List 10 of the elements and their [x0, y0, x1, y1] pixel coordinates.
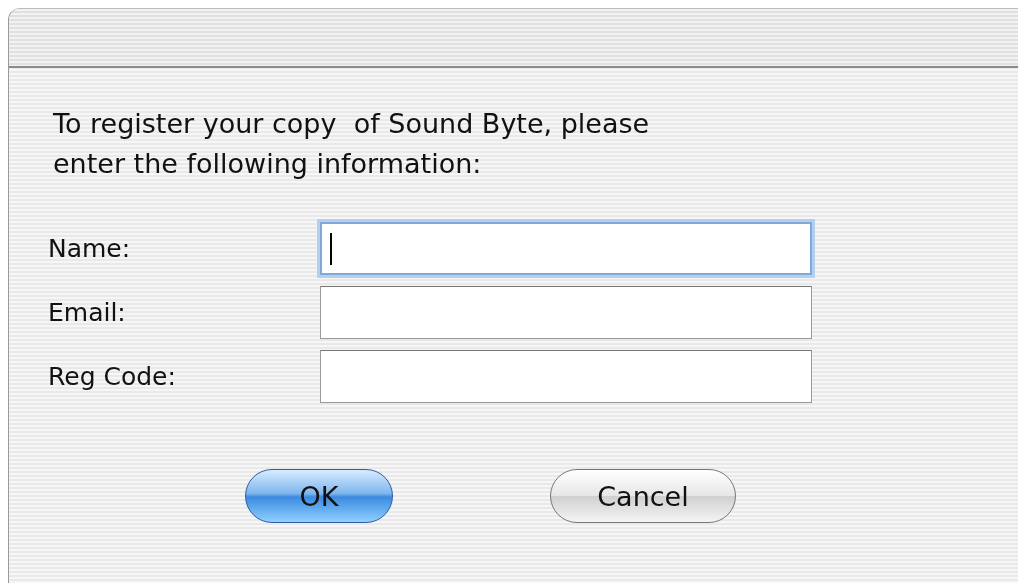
ok-button[interactable]: OK: [245, 469, 393, 523]
cancel-button[interactable]: Cancel: [550, 469, 736, 523]
input-field[interactable]: [320, 222, 812, 275]
field-label: Reg Code:: [48, 362, 177, 391]
field-label: Email:: [48, 298, 127, 327]
dialog-message: To register your copy of Sound Byte, please enter the following information:: [53, 107, 651, 181]
text-cursor: [330, 232, 332, 265]
input-field[interactable]: [320, 286, 812, 339]
field-label: Name:: [48, 234, 132, 263]
input-field[interactable]: [320, 350, 812, 403]
